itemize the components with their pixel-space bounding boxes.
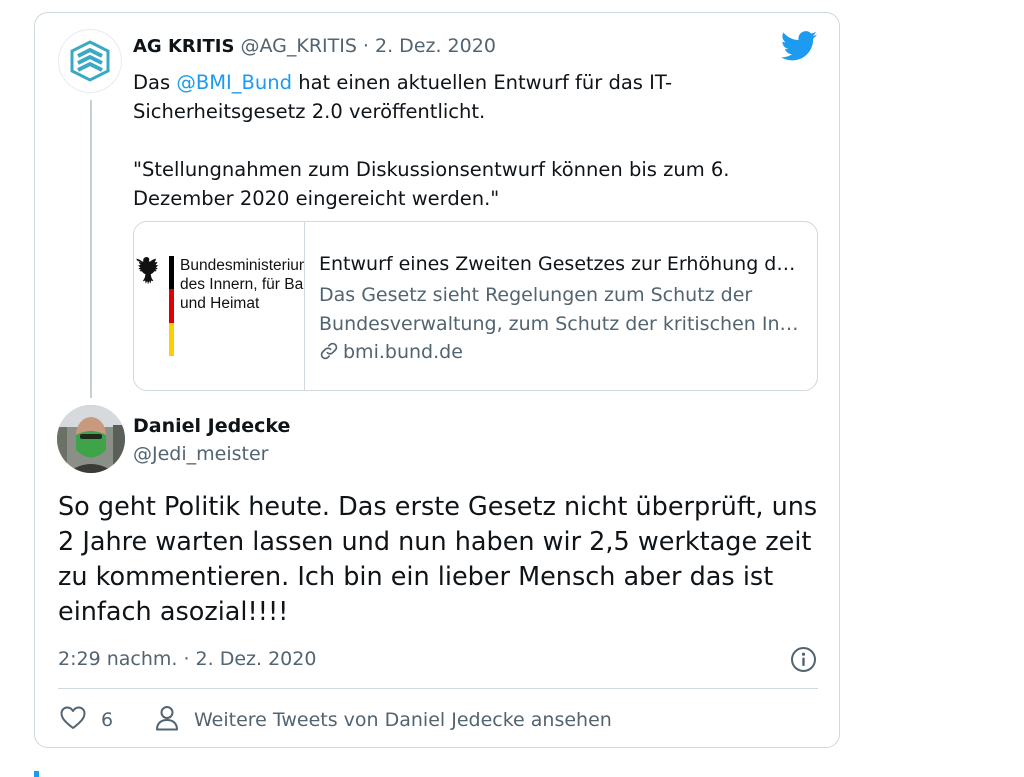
quoted-tweet-date[interactable]: 2. Dez. 2020 xyxy=(375,35,496,57)
quoted-author-handle[interactable]: @AG_KRITIS xyxy=(240,35,356,57)
mention-link[interactable]: @BMI_Bund xyxy=(176,71,292,94)
twitter-bird-icon[interactable] xyxy=(781,31,818,61)
daniel-jedecke-avatar[interactable] xyxy=(57,405,125,473)
heart-icon[interactable] xyxy=(60,706,86,730)
link-description-line: Das Gesetz sieht Regelungen zum Schutz d… xyxy=(319,284,753,306)
german-flag-bar xyxy=(169,256,174,357)
header-separator: · xyxy=(356,35,376,57)
link-description-line: Bundesverwaltung, zum Schutz der kritisc… xyxy=(319,313,799,335)
quoted-text-start: Das xyxy=(133,71,177,94)
tweet-author-name[interactable]: Daniel Jedecke xyxy=(133,414,290,438)
federal-eagle-icon xyxy=(136,257,158,285)
action-divider xyxy=(58,688,818,689)
ministry-name-text: Bundesministerium des Innern, für Bau un… xyxy=(180,257,305,312)
person-icon[interactable] xyxy=(155,705,179,731)
link-domain-text: bmi.bund.de xyxy=(343,341,463,363)
link-preview-description: Das Gesetz sieht Regelungen zum Schutz d… xyxy=(319,281,799,339)
link-icon xyxy=(320,342,338,360)
accent-mark xyxy=(34,771,39,777)
info-icon[interactable] xyxy=(790,646,817,673)
quoted-tweet-header: AG KRITIS @AG_KRITIS · 2. Dez. 2020 xyxy=(133,34,496,59)
link-preview-domain: bmi.bund.de xyxy=(319,339,463,365)
tweet-timestamp[interactable]: 2:29 nachm. · 2. Dez. 2020 xyxy=(58,646,316,672)
link-preview-title: Entwurf eines Zweiten Gesetzes zur Erhöh… xyxy=(319,253,804,275)
avatar-photo xyxy=(57,405,125,473)
link-preview-card[interactable]: Bundesministerium des Innern, für Bau un… xyxy=(133,221,818,391)
quoted-author-name[interactable]: AG KRITIS xyxy=(133,36,234,57)
ag-kritis-avatar[interactable] xyxy=(58,29,122,93)
quoted-tweet-text: Das @BMI_Bund hat einen aktuellen Entwur… xyxy=(133,68,753,213)
tweet-author-handle[interactable]: @Jedi_meister xyxy=(133,442,268,466)
thread-connector-line xyxy=(90,100,92,398)
like-count[interactable]: 6 xyxy=(101,707,113,733)
link-preview-thumbnail: Bundesministerium des Innern, für Bau un… xyxy=(134,222,305,390)
tweet-text: So geht Politik heute. Das erste Gesetz … xyxy=(58,492,818,627)
ag-kritis-logo xyxy=(70,40,110,82)
more-tweets-link[interactable]: Weitere Tweets von Daniel Jedecke ansehe… xyxy=(194,707,612,733)
